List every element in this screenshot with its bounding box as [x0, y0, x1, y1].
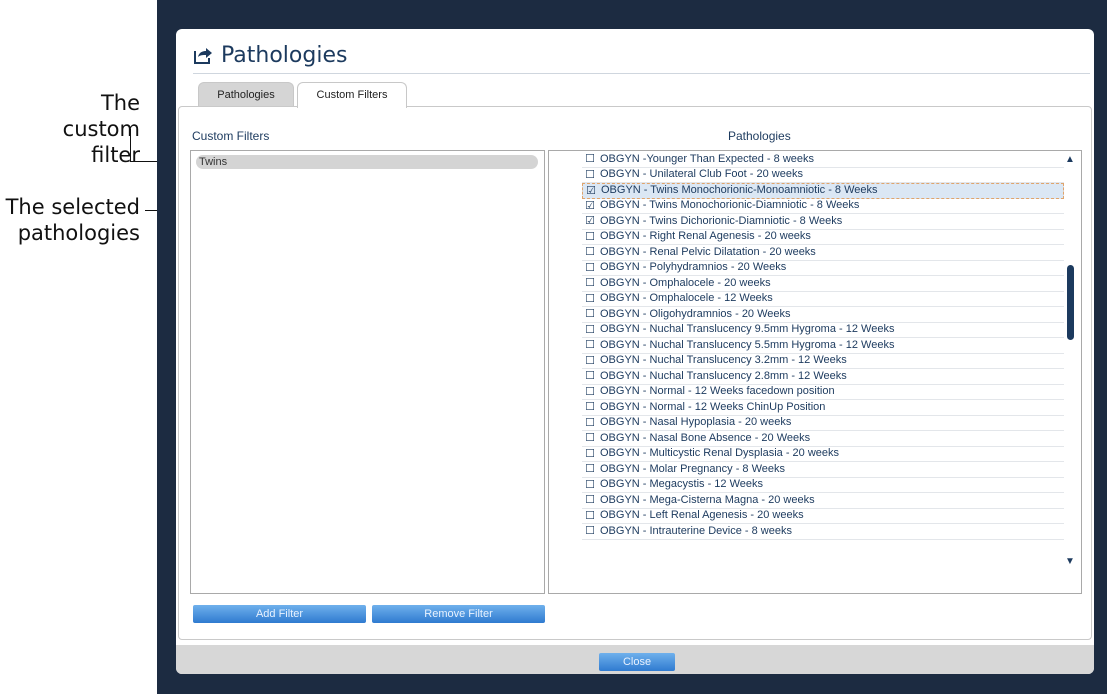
checkbox-unchecked-icon[interactable]: ☐ — [585, 154, 595, 165]
checkbox-unchecked-icon[interactable]: ☐ — [585, 278, 595, 289]
pathology-row[interactable]: ☐ OBGYN - Megacystis - 12 Weeks — [582, 478, 1064, 493]
pathology-row[interactable]: ☐ OBGYN - Nuchal Translucency 5.5mm Hygro… — [582, 338, 1064, 354]
checkbox-checked-icon[interactable]: ☑ — [585, 216, 595, 227]
checkbox-unchecked-icon[interactable]: ☐ — [585, 247, 595, 258]
pathology-label: OBGYN - Megacystis - 12 Weeks — [600, 478, 764, 491]
checkbox-unchecked-icon[interactable]: ☐ — [585, 169, 595, 180]
pathology-label: OBGYN - Molar Pregnancy - 8 Weeks — [600, 462, 786, 475]
checkbox-unchecked-icon[interactable]: ☐ — [585, 309, 595, 320]
dialog-title: Pathologies — [221, 42, 348, 68]
checkbox-unchecked-icon[interactable]: ☐ — [585, 402, 595, 413]
pathology-row[interactable]: ☑ OBGYN - Twins Monochorionic-Monoamnioti… — [582, 183, 1064, 199]
pathology-row[interactable]: ☐ OBGYN - Left Renal Agenesis - 20 weeks — [582, 509, 1064, 524]
checkbox-checked-icon[interactable]: ☑ — [585, 200, 595, 211]
annotation-selected-pathologies: The selected pathologies — [5, 195, 140, 245]
pathology-row[interactable]: ☐ OBGYN - Normal - 12 Weeks facedown posi… — [582, 385, 1064, 400]
pathology-row[interactable]: ☐ OBGYN - Oligohydramnios - 20 Weeks — [582, 307, 1064, 323]
add-filter-button[interactable]: Add Filter — [193, 605, 366, 623]
pathology-label: OBGYN - Oligohydramnios - 20 Weeks — [600, 307, 791, 320]
checkbox-unchecked-icon[interactable]: ☐ — [585, 262, 595, 273]
pathologies-header: Pathologies — [728, 129, 791, 143]
pathology-label: OBGYN - Nuchal Translucency 5.5mm Hygrom… — [600, 338, 895, 351]
checkbox-unchecked-icon[interactable]: ☐ — [585, 340, 595, 351]
scrollbar-thumb[interactable] — [1067, 265, 1074, 340]
pathology-row[interactable]: ☐ OBGYN - Right Renal Agenesis - 20 weeks — [582, 230, 1064, 245]
pathology-row[interactable]: ☐ OBGYN - Molar Pregnancy - 8 Weeks — [582, 462, 1064, 478]
tab-pathologies[interactable]: Pathologies — [198, 82, 294, 107]
pathology-row[interactable]: ☐ OBGYN - Intrauterine Device - 8 weeks — [582, 524, 1064, 540]
export-arrow-icon — [194, 48, 212, 64]
pathology-label: OBGYN - Normal - 12 Weeks facedown posit… — [600, 385, 835, 398]
checkbox-unchecked-icon[interactable]: ☐ — [585, 526, 595, 537]
pathology-label: OBGYN - Renal Pelvic Dilatation - 20 wee… — [600, 245, 816, 258]
checkbox-unchecked-icon[interactable]: ☐ — [585, 371, 595, 382]
pathology-label: OBGYN - Nuchal Translucency 9.5mm Hygrom… — [600, 323, 895, 336]
pathology-row[interactable]: ☐ OBGYN - Normal - 12 Weeks ChinUp Positi… — [582, 400, 1064, 416]
pathology-label: OBGYN - Twins Monochorionic-Diamniotic -… — [600, 199, 860, 212]
filter-item-twins[interactable]: Twins — [196, 155, 538, 169]
annotation-line-custom-filter — [130, 129, 131, 162]
pathology-row[interactable]: ☐ OBGYN - Polyhydramnios - 20 Weeks — [582, 261, 1064, 276]
custom-filters-header: Custom Filters — [192, 129, 270, 143]
pathology-label: OBGYN - Polyhydramnios - 20 Weeks — [600, 261, 787, 274]
checkbox-unchecked-icon[interactable]: ☐ — [585, 386, 595, 397]
pathology-row[interactable]: ☐ OBGYN - Renal Pelvic Dilatation - 20 we… — [582, 245, 1064, 261]
close-button[interactable]: Close — [599, 653, 675, 671]
checkbox-checked-icon[interactable]: ☑ — [586, 185, 596, 196]
checkbox-unchecked-icon[interactable]: ☐ — [585, 231, 595, 242]
checkbox-unchecked-icon[interactable]: ☐ — [585, 464, 595, 475]
annotation-custom-filter: The custom filter — [62, 91, 140, 167]
pathology-row[interactable]: ☑ OBGYN - Twins Dichorionic-Diamniotic - … — [582, 214, 1064, 230]
checkbox-unchecked-icon[interactable]: ☐ — [585, 417, 595, 428]
pathology-label: OBGYN - Nuchal Translucency 3.2mm - 12 W… — [600, 354, 847, 367]
pathology-row[interactable]: ☐ OBGYN - Nuchal Translucency 2.8mm - 12 … — [582, 369, 1064, 385]
checkbox-unchecked-icon[interactable]: ☐ — [585, 479, 595, 490]
pathology-label: OBGYN - Intrauterine Device - 8 weeks — [600, 524, 792, 537]
pathology-row[interactable]: ☐ OBGYN - Nasal Hypoplasia - 20 weeks — [582, 416, 1064, 431]
title-divider — [193, 73, 1090, 74]
checkbox-unchecked-icon[interactable]: ☐ — [585, 324, 595, 335]
pathology-row[interactable]: ☐ OBGYN - Nuchal Translucency 3.2mm - 12 … — [582, 354, 1064, 369]
pathology-label: OBGYN - Twins Monochorionic-Monoamniotic… — [601, 184, 878, 197]
pathology-label: OBGYN - Omphalocele - 20 weeks — [600, 276, 771, 289]
pathology-label: OBGYN - Omphalocele - 12 Weeks — [600, 292, 773, 305]
pathology-label: OBGYN - Unilateral Club Foot - 20 weeks — [600, 168, 803, 181]
pathology-row[interactable]: ☐ OBGYN - Mega-Cisterna Magna - 20 weeks — [582, 493, 1064, 509]
pathology-label: OBGYN - Multicystic Renal Dysplasia - 20… — [600, 447, 840, 460]
pathology-row[interactable]: ☐ OBGYN - Nuchal Translucency 9.5mm Hygro… — [582, 323, 1064, 338]
custom-filters-list[interactable] — [190, 150, 545, 594]
pathology-label: OBGYN - Nasal Hypoplasia - 20 weeks — [600, 416, 792, 429]
pathologies-rows: ☐ OBGYN -Younger Than Expected - 8 weeks ☐… — [582, 152, 1064, 540]
checkbox-unchecked-icon[interactable]: ☐ — [585, 293, 595, 304]
tab-custom-filters[interactable]: Custom Filters — [297, 82, 407, 108]
checkbox-unchecked-icon[interactable]: ☐ — [585, 495, 595, 506]
pathology-label: OBGYN -Younger Than Expected - 8 weeks — [600, 152, 815, 165]
pathology-label: OBGYN - Left Renal Agenesis - 20 weeks — [600, 509, 804, 522]
pathology-label: OBGYN - Right Renal Agenesis - 20 weeks — [600, 230, 811, 243]
pathology-label: OBGYN - Mega-Cisterna Magna - 20 weeks — [600, 493, 815, 506]
checkbox-unchecked-icon[interactable]: ☐ — [585, 433, 595, 444]
pathology-row[interactable]: ☐ OBGYN - Multicystic Renal Dysplasia - 2… — [582, 447, 1064, 462]
pathology-row[interactable]: ☐ OBGYN - Unilateral Club Foot - 20 weeks — [582, 168, 1064, 183]
checkbox-unchecked-icon[interactable]: ☐ — [585, 355, 595, 366]
scroll-down-icon[interactable]: ▼ — [1065, 556, 1075, 567]
pathology-row[interactable]: ☐ OBGYN -Younger Than Expected - 8 weeks — [582, 152, 1064, 168]
checkbox-unchecked-icon[interactable]: ☐ — [585, 448, 595, 459]
pathology-label: OBGYN - Normal - 12 Weeks ChinUp Positio… — [600, 400, 826, 413]
scroll-up-icon[interactable]: ▲ — [1065, 154, 1075, 165]
pathology-row[interactable]: ☐ OBGYN - Omphalocele - 12 Weeks — [582, 292, 1064, 307]
pathology-label: OBGYN - Nasal Bone Absence - 20 Weeks — [600, 431, 811, 444]
pathology-row[interactable]: ☐ OBGYN - Nasal Bone Absence - 20 Weeks — [582, 431, 1064, 447]
pathology-row[interactable]: ☑ OBGYN - Twins Monochorionic-Diamniotic … — [582, 199, 1064, 214]
checkbox-unchecked-icon[interactable]: ☐ — [585, 510, 595, 521]
pathology-label: OBGYN - Nuchal Translucency 2.8mm - 12 W… — [600, 369, 847, 382]
dialog-title-row: Pathologies — [193, 40, 347, 70]
remove-filter-button[interactable]: Remove Filter — [372, 605, 545, 623]
pathology-label: OBGYN - Twins Dichorionic-Diamniotic - 8… — [600, 214, 843, 227]
pathology-row[interactable]: ☐ OBGYN - Omphalocele - 20 weeks — [582, 276, 1064, 292]
